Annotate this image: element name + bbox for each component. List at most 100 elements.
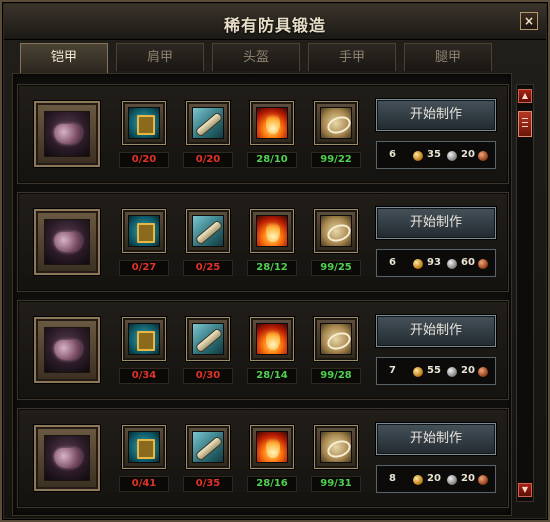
gold-coin-icon [413,151,423,161]
scroll-thumb[interactable] [518,111,532,137]
flame-icon [256,323,288,355]
material-count: 28/12 [247,260,297,276]
cost-quantity: 8 [389,473,396,484]
craft-cost: 8 20 20 [376,465,496,493]
material-slot[interactable] [250,317,294,361]
scroll-down-button[interactable]: ▼ [518,483,532,497]
armor-portrait[interactable] [34,317,100,383]
recipe-row: 0/34 0/30 28/14 99/28 开始制作 7 55 20 [17,300,509,400]
close-button[interactable]: × [520,12,538,30]
arrow-up-icon: ▲ [521,91,529,100]
cost-quantity: 6 [389,149,396,160]
material-slot[interactable] [186,317,230,361]
armor-portrait[interactable] [34,425,100,491]
cost-quantity: 7 [389,365,396,376]
material-slot[interactable] [250,209,294,253]
silver-coin-icon [447,367,457,377]
material-count: 99/22 [311,152,361,168]
silver-coin-icon [447,151,457,161]
gold-amount: 35 [427,149,441,160]
copper-coin-icon [478,475,488,485]
scroll-icon [192,215,224,247]
close-icon: × [523,14,535,28]
armor-portrait[interactable] [34,101,100,167]
material-count: 0/27 [119,260,169,276]
start-craft-button[interactable]: 开始制作 [376,315,496,347]
material-count: 28/14 [247,368,297,384]
armor-icon [44,219,90,265]
parchment-icon [320,431,352,463]
tab-helmet[interactable]: 头盔 [212,43,300,71]
copper-coin-icon [478,367,488,377]
recipe-list: 0/20 0/20 28/10 99/22 开始制作 6 35 20 0/27 0/25 28/12… [12,73,512,516]
copper-coin-icon [478,259,488,269]
craft-cost: 6 93 60 [376,249,496,277]
start-craft-button[interactable]: 开始制作 [376,99,496,131]
gold-coin-icon [413,367,423,377]
craft-cost: 7 55 20 [376,357,496,385]
scroll-icon [192,107,224,139]
silver-coin-icon [447,475,457,485]
copper-coin-icon [478,151,488,161]
material-slot[interactable] [314,425,358,469]
material-count: 0/41 [119,476,169,492]
parchment-icon [320,107,352,139]
recipe-scrollbar[interactable]: ▲ ▼ [516,84,534,502]
material-count: 0/25 [183,260,233,276]
scroll-up-button[interactable]: ▲ [518,89,532,103]
gold-coin-icon [413,475,423,485]
tab-shoulder-armor[interactable]: 肩甲 [116,43,204,71]
forge-window: 稀有防具锻造 × 铠甲 肩甲 头盔 手甲 腿甲 0/20 0/20 28/10 99/… [0,0,550,522]
material-slot[interactable] [314,209,358,253]
material-slot[interactable] [250,101,294,145]
gold-amount: 55 [427,365,441,376]
armor-icon [44,435,90,481]
silver-amount: 20 [461,473,475,484]
silver-coin-icon [447,259,457,269]
material-slot[interactable] [122,425,166,469]
craft-cost: 6 35 20 [376,141,496,169]
gold-amount: 93 [427,257,441,268]
material-count: 99/28 [311,368,361,384]
parchment-icon [320,323,352,355]
arrow-down-icon: ▼ [521,485,529,494]
material-slot[interactable] [122,101,166,145]
silver-amount: 20 [461,365,475,376]
tablet-icon [128,107,160,139]
recipe-row: 0/20 0/20 28/10 99/22 开始制作 6 35 20 [17,84,509,184]
tab-chest-armor[interactable]: 铠甲 [20,43,108,73]
material-slot[interactable] [186,209,230,253]
material-slot[interactable] [122,317,166,361]
cost-quantity: 6 [389,257,396,268]
armor-portrait[interactable] [34,209,100,275]
material-count: 0/20 [119,152,169,168]
silver-amount: 20 [461,149,475,160]
tablet-icon [128,323,160,355]
tab-leg-armor[interactable]: 腿甲 [404,43,492,71]
gold-coin-icon [413,259,423,269]
title-bar[interactable]: 稀有防具锻造 × [4,4,546,40]
material-slot[interactable] [186,101,230,145]
start-craft-button[interactable]: 开始制作 [376,207,496,239]
flame-icon [256,107,288,139]
material-count: 0/34 [119,368,169,384]
gold-amount: 20 [427,473,441,484]
material-slot[interactable] [186,425,230,469]
tablet-icon [128,215,160,247]
material-slot[interactable] [250,425,294,469]
material-slot[interactable] [122,209,166,253]
flame-icon [256,215,288,247]
material-slot[interactable] [314,317,358,361]
material-count: 99/25 [311,260,361,276]
recipe-row: 0/27 0/25 28/12 99/25 开始制作 6 93 60 [17,192,509,292]
parchment-icon [320,215,352,247]
material-slot[interactable] [314,101,358,145]
material-count: 28/10 [247,152,297,168]
flame-icon [256,431,288,463]
armor-icon [44,327,90,373]
start-craft-button[interactable]: 开始制作 [376,423,496,455]
material-count: 99/31 [311,476,361,492]
armor-icon [44,111,90,157]
tab-gauntlets[interactable]: 手甲 [308,43,396,71]
material-count: 0/20 [183,152,233,168]
